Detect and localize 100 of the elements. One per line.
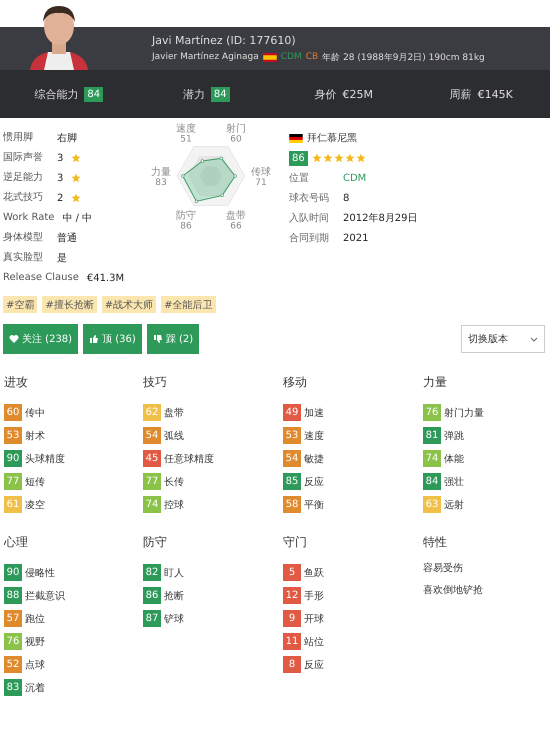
tag[interactable]: #擅长抢断 <box>42 296 97 313</box>
stat-label: 点球 <box>25 658 45 672</box>
stat-badge: 88 <box>4 587 22 604</box>
stat-label: 短传 <box>25 476 45 488</box>
stat-badge: 87 <box>143 610 161 627</box>
stat-label: 拦截意识 <box>25 590 65 602</box>
stat-badge: 53 <box>283 427 301 444</box>
version-select[interactable]: 切换版本 <box>461 325 545 353</box>
info-label: 合同到期 <box>289 232 330 245</box>
stat-label: 沉着 <box>25 682 45 694</box>
stat-label: 任意球精度 <box>164 452 214 466</box>
section-title: 进攻 <box>4 374 29 391</box>
stat-label: 敏捷 <box>304 452 324 466</box>
stat-label: 反应 <box>304 658 324 672</box>
stat-label: 鱼跃 <box>304 566 324 580</box>
info-value: 普通 <box>57 232 77 245</box>
follow-button[interactable]: 关注 (238) <box>3 324 78 354</box>
section-title: 心理 <box>4 534 29 551</box>
star-icon <box>312 153 322 163</box>
info-value: 2012年8月29日 <box>343 212 418 225</box>
info-label: 身体模型 <box>3 231 44 245</box>
stat-label: 开球 <box>304 612 324 626</box>
stat-badge: 90 <box>4 564 22 581</box>
info-label: Release Clause <box>3 271 79 285</box>
star-icon <box>71 173 82 183</box>
summary-label: 综合能力 <box>34 86 78 102</box>
stat-label: 射术 <box>25 430 45 442</box>
trait-label: 喜欢倒地铲抢 <box>423 584 484 598</box>
stat-badge: 62 <box>143 404 161 421</box>
stat-badge: 74 <box>143 496 161 513</box>
stat-badge: 61 <box>4 496 22 513</box>
stat-label: 远射 <box>444 498 464 512</box>
info-label: 位置 <box>289 172 310 185</box>
stat-badge: 90 <box>4 450 22 467</box>
section-title: 守门 <box>283 534 308 551</box>
info-value: CDM <box>343 172 366 184</box>
stat-label: 视野 <box>25 636 45 648</box>
stat-badge: 63 <box>423 496 441 513</box>
stat-label: 强壮 <box>444 476 464 488</box>
stat-badge: 86 <box>143 587 161 604</box>
thumbs-down-icon <box>152 334 163 344</box>
age-info: 年龄 28 (1988年9月2日) 190cm 81kg <box>322 52 485 64</box>
star-icon <box>71 193 82 203</box>
tag[interactable]: #空霸 <box>3 296 38 313</box>
stat-badge: 54 <box>283 450 301 467</box>
summary-label: 身价 <box>314 86 336 102</box>
info-value: 中 / 中 <box>62 212 92 225</box>
stat-label: 凌空 <box>25 498 45 512</box>
stat-label: 弧线 <box>164 430 184 442</box>
player-name: Javi Martínez (ID: 177610) <box>152 34 297 46</box>
section-title: 技巧 <box>143 374 168 391</box>
stat-badge: 5 <box>283 564 301 581</box>
position-label: CDM <box>280 52 302 62</box>
stat-badge: 74 <box>423 450 441 467</box>
stat-badge: 77 <box>143 473 161 490</box>
flag-icon <box>289 134 303 142</box>
stat-badge: 52 <box>4 656 22 673</box>
info-label: 花式技巧 <box>3 191 44 205</box>
star-icon <box>334 153 344 163</box>
info-value: 3 <box>57 172 64 184</box>
star-icon <box>322 153 333 163</box>
heart-icon <box>9 334 19 344</box>
stat-label: 盯人 <box>164 566 184 580</box>
star-icon <box>356 153 366 163</box>
stat-label: 弹跳 <box>444 430 464 442</box>
info-value: €41.3M <box>86 272 124 284</box>
tag[interactable]: #全能后卫 <box>161 296 216 313</box>
stat-label: 抢断 <box>164 590 184 602</box>
summary-label: 潜力 <box>182 86 205 102</box>
rating-badge: 84 <box>84 86 104 102</box>
chevron-down-icon <box>530 336 538 342</box>
stat-badge: 76 <box>4 633 22 650</box>
info-label: 入队时间 <box>289 212 330 225</box>
info-value: 2 <box>57 192 64 204</box>
stat-badge: 77 <box>4 473 22 490</box>
stat-badge: 81 <box>423 427 441 444</box>
section-title: 力量 <box>423 374 448 391</box>
tag[interactable]: #战术大师 <box>102 296 156 313</box>
stat-badge: 76 <box>423 404 441 421</box>
section-title: 移动 <box>283 374 308 391</box>
stat-label: 盘带 <box>164 406 184 420</box>
dislike-button[interactable]: 踩 (2) <box>146 324 200 354</box>
like-button[interactable]: 顶 (36) <box>83 324 142 354</box>
club-rating-badge: 86 <box>289 150 308 166</box>
section-title: 防守 <box>143 534 168 551</box>
position-label: CB <box>306 52 318 62</box>
flag-icon <box>262 52 277 62</box>
full-name: Javier Martínez Aginaga <box>152 52 259 62</box>
stat-badge: 8 <box>283 656 301 673</box>
stat-label: 射门力量 <box>444 406 484 420</box>
rating-badge: 84 <box>210 86 230 102</box>
info-value: 右脚 <box>57 132 77 145</box>
stat-badge: 45 <box>143 450 161 467</box>
stat-label: 平衡 <box>304 498 324 512</box>
stat-badge: 49 <box>283 404 301 421</box>
summary-value: €145K <box>478 88 513 100</box>
stat-label: 速度 <box>304 430 324 442</box>
section-title: 特性 <box>423 534 448 551</box>
stat-badge: 84 <box>423 473 441 490</box>
radar-chart: 速度 51 射门 60 力量 83 传球 71 防守 86 盘带 66 <box>141 120 281 232</box>
